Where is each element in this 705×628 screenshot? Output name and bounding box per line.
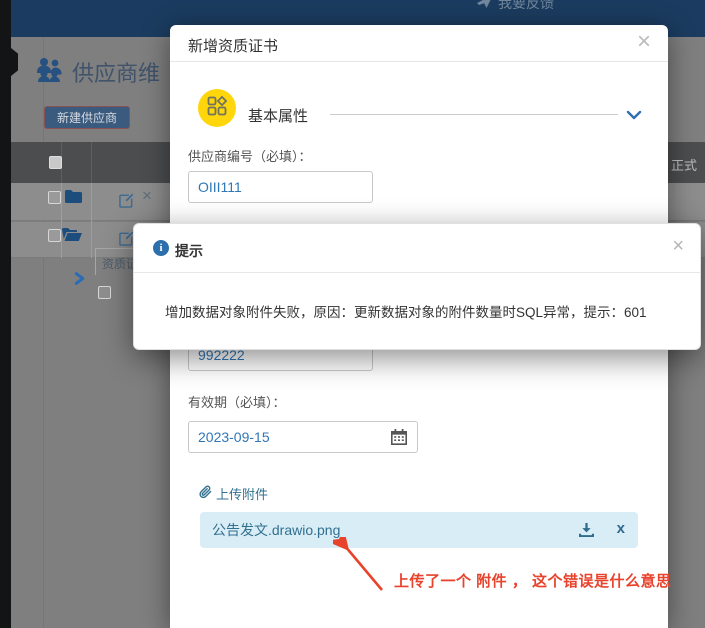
page-title: 供应商维 xyxy=(72,56,160,88)
section-divider xyxy=(330,114,618,115)
section-label: 基本属性 xyxy=(248,105,308,126)
alert-dialog: i 提示 × 增加数据对象附件失败，原因：更新数据对象的附件数量时SQL异常，提… xyxy=(133,223,701,350)
folder-open-icon[interactable] xyxy=(62,228,82,246)
dialog-close-button[interactable]: × xyxy=(637,27,651,57)
annotation-text: 上传了一个 附件 ， 这个错误是什么意思 xyxy=(394,570,672,591)
info-icon: i xyxy=(153,240,169,256)
column-divider xyxy=(61,183,62,258)
remove-attachment-icon[interactable]: x xyxy=(617,520,625,537)
attachment-filename[interactable]: 公告发文.drawio.png xyxy=(212,512,340,548)
annotation-arrow xyxy=(333,537,395,604)
feedback-widget[interactable]: 我要反馈 xyxy=(477,0,554,13)
grid-icon xyxy=(207,96,227,121)
section-badge xyxy=(198,89,236,127)
calendar-icon[interactable] xyxy=(391,429,407,450)
validity-label: 有效期（必填）： xyxy=(188,392,286,411)
sub-row-checkbox[interactable] xyxy=(98,286,111,299)
paper-plane-icon xyxy=(477,0,493,11)
download-icon[interactable] xyxy=(579,523,594,542)
edit-icon[interactable] xyxy=(119,193,134,213)
collapsed-sidebar[interactable] xyxy=(0,0,11,628)
column-divider xyxy=(91,183,92,258)
row-checkbox[interactable] xyxy=(48,229,61,242)
new-supplier-button[interactable]: 新建供应商 xyxy=(44,106,130,129)
paperclip-icon xyxy=(199,485,212,502)
chevron-down-icon[interactable] xyxy=(626,107,642,125)
suppliers-group-icon xyxy=(36,57,63,87)
column-divider xyxy=(91,142,92,183)
alert-header: i 提示 × xyxy=(134,224,700,273)
supplier-code-input[interactable] xyxy=(188,171,373,203)
validity-date-input[interactable] xyxy=(188,421,418,453)
alert-message: 增加数据对象附件失败，原因：更新数据对象的附件数量时SQL异常，提示：601 xyxy=(165,301,647,321)
screen: 我要反馈 供应商维 新建供应商 正式 × 资质证书 xyxy=(0,0,705,628)
dialog-title: 新增资质证书 xyxy=(188,35,278,56)
row-checkbox[interactable] xyxy=(48,191,61,204)
attachment-row: 公告发文.drawio.png x xyxy=(200,512,638,548)
alert-close-button[interactable]: × xyxy=(672,235,684,258)
alert-title: 提示 xyxy=(175,241,203,261)
select-all-checkbox[interactable] xyxy=(49,156,62,169)
sidebar-toggle-tab[interactable] xyxy=(11,48,18,76)
upload-link-label: 上传附件 xyxy=(216,484,268,503)
supplier-code-label: 供应商编号（必填）： xyxy=(188,146,312,165)
dialog-header: 新增资质证书 × xyxy=(170,25,668,62)
column-header-right: 正式 xyxy=(671,155,697,174)
page-title-row: 供应商维 xyxy=(36,56,160,88)
folder-closed-icon[interactable] xyxy=(65,190,82,208)
upload-attachment-link[interactable]: 上传附件 xyxy=(199,484,268,503)
delete-icon[interactable]: × xyxy=(142,186,152,206)
feedback-label: 我要反馈 xyxy=(498,0,554,13)
expand-chevron-icon[interactable] xyxy=(74,272,85,290)
